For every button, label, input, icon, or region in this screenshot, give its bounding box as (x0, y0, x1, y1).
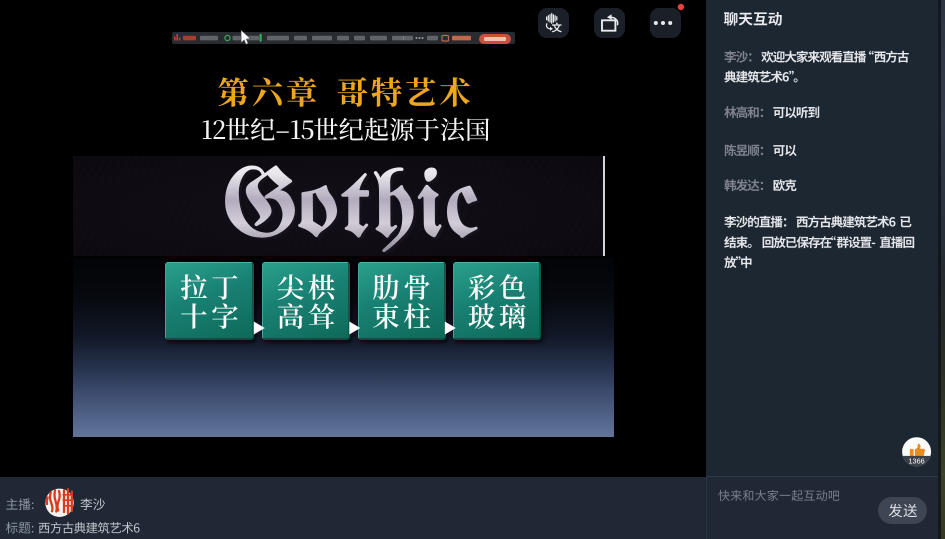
svg-text:1366: 1366 (908, 457, 924, 466)
